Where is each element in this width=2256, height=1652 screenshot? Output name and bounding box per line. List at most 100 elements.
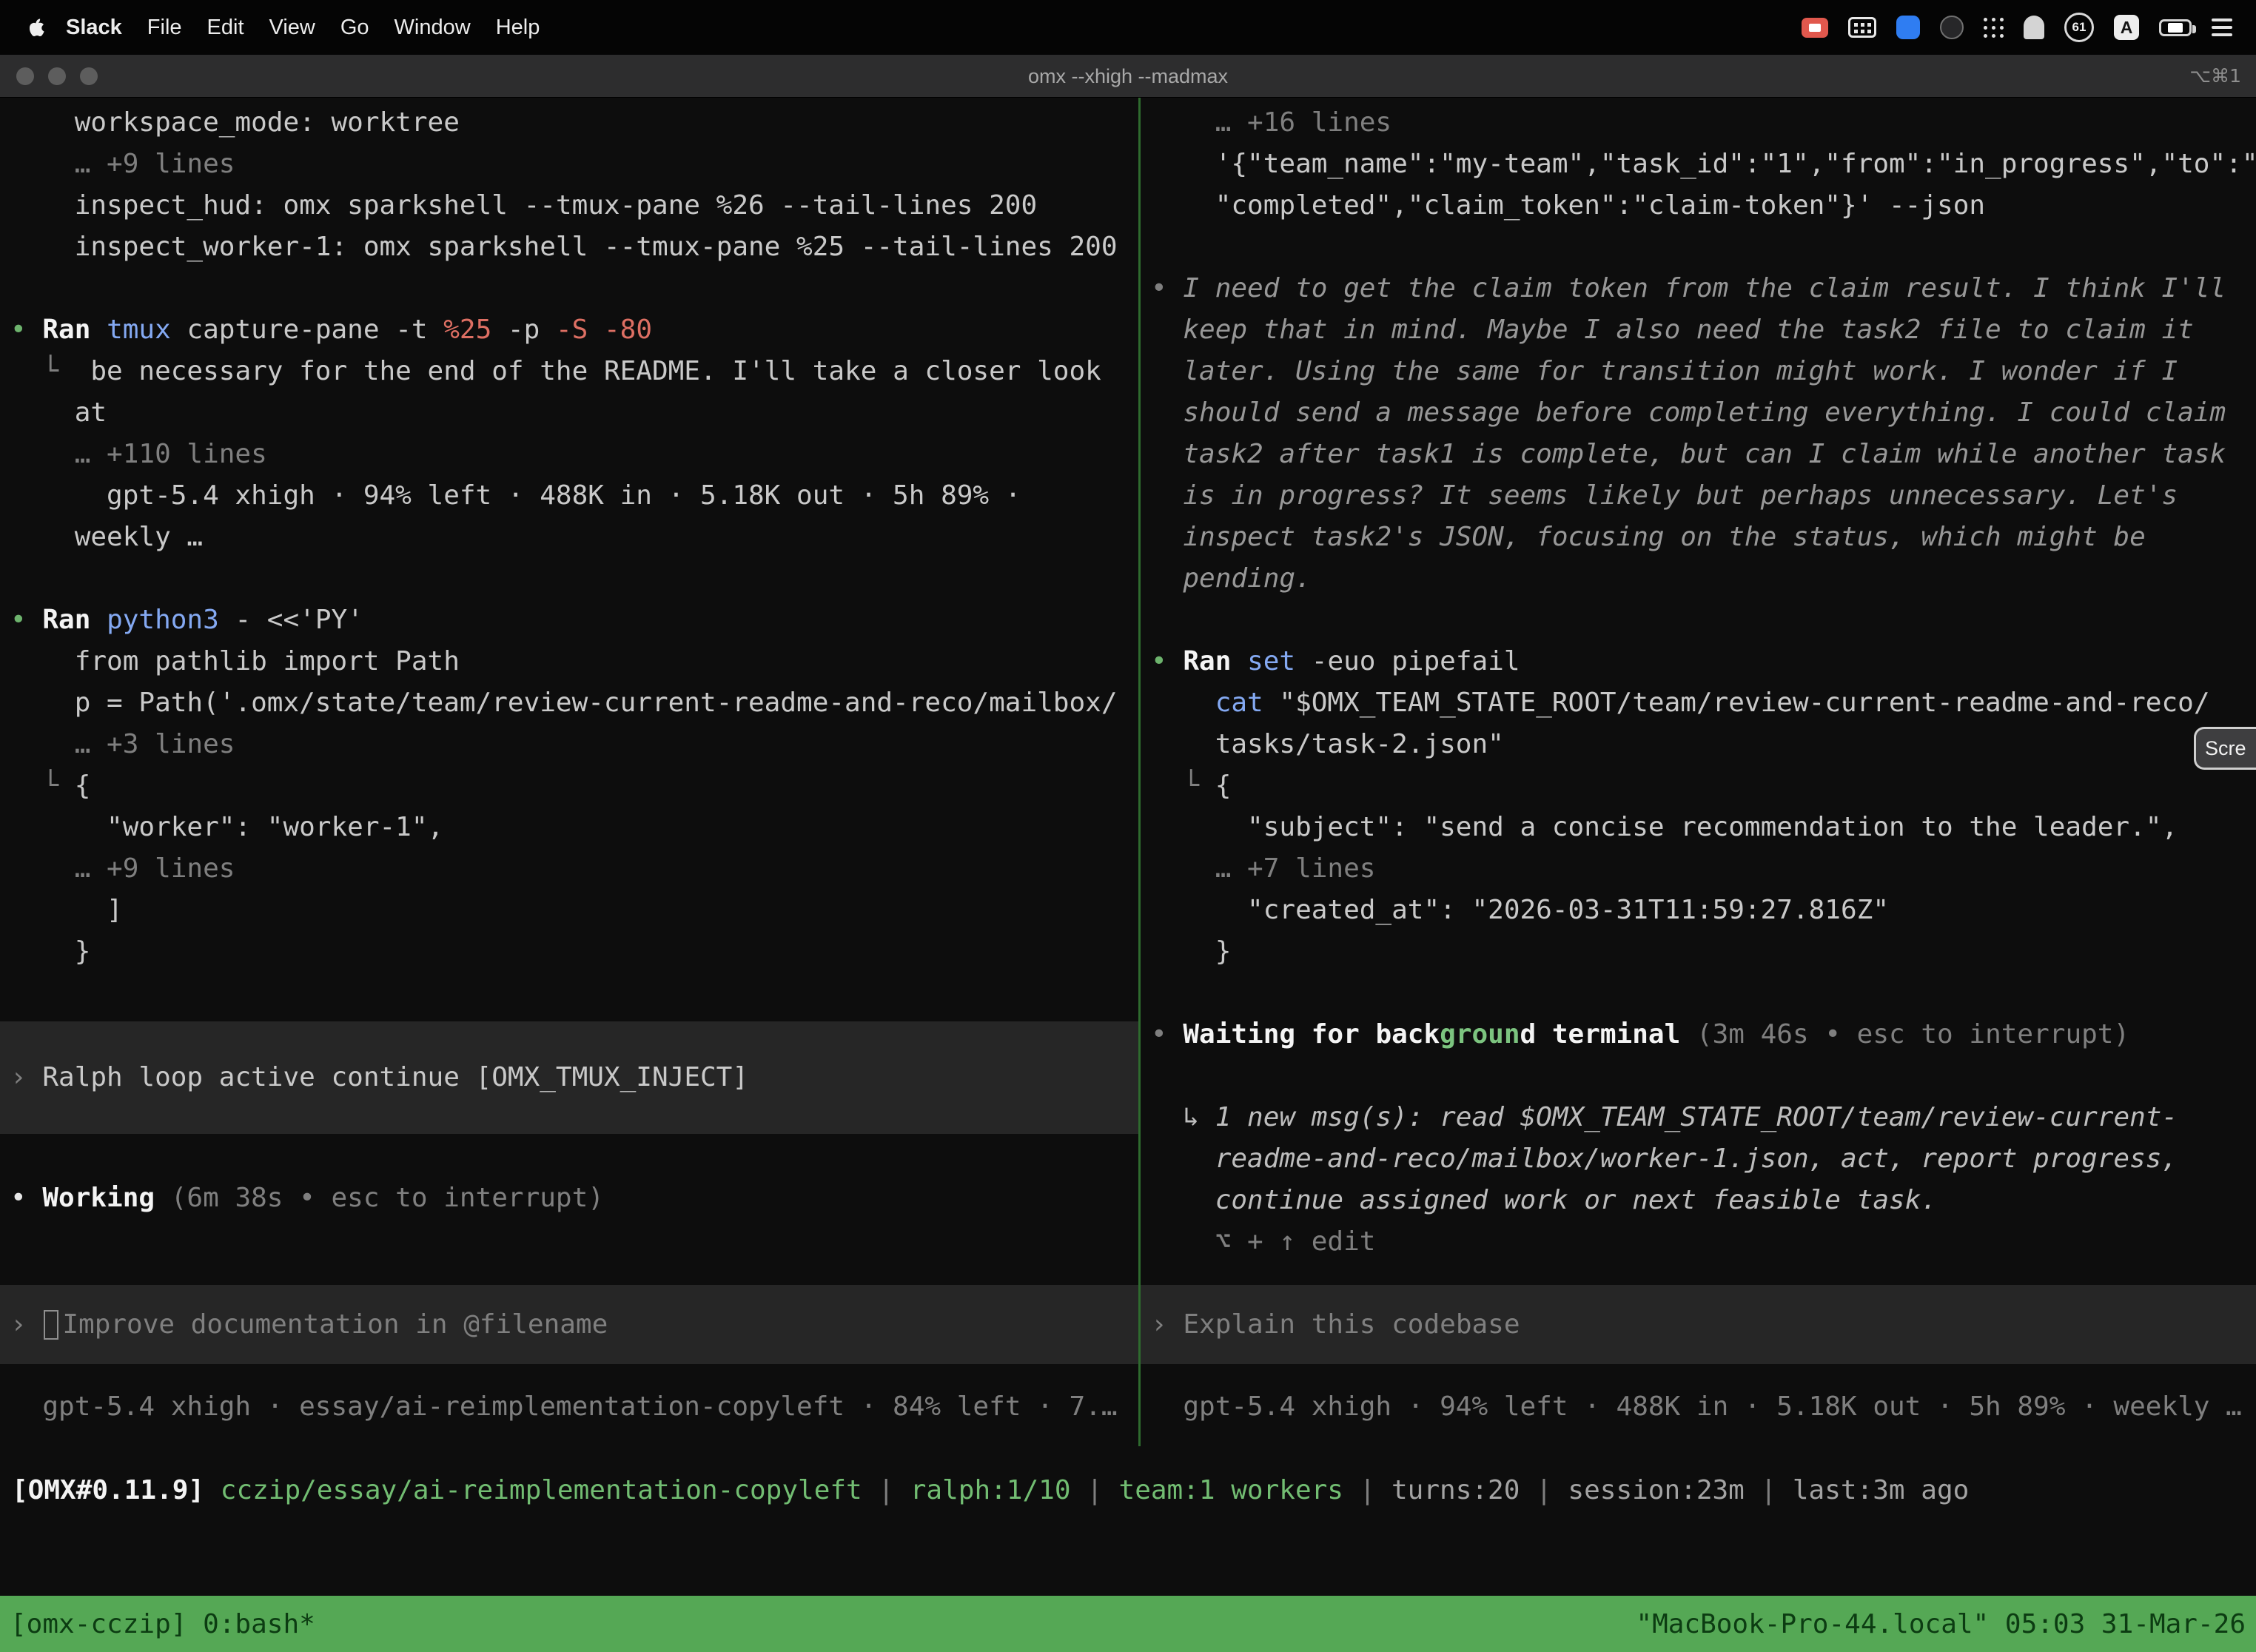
composer-input[interactable]: › Explain this codebase	[1141, 1285, 2256, 1364]
text-span: inspect_worker-1: omx sparkshell --tmux-…	[10, 232, 1118, 262]
ghost-icon[interactable]	[2024, 16, 2044, 39]
text-span: at	[10, 397, 107, 428]
spacer	[10, 1134, 1138, 1178]
text-span: └	[10, 770, 75, 801]
text-span: •	[10, 315, 42, 345]
terminal-line: }	[1151, 931, 2256, 973]
apple-menu[interactable]	[30, 17, 47, 38]
terminal-line: cat "$OMX_TEAM_STATE_ROOT/team/review-cu…	[1151, 682, 2256, 724]
terminal-line: pending.	[1151, 558, 2256, 600]
text-span: cat	[1215, 688, 1280, 718]
terminal-line: • Ran tmux capture-pane -t %25 -p -S -80	[10, 309, 1138, 351]
text-span: is in progress? It seems likely but perh…	[1151, 480, 2178, 511]
text-span: '{"team_name":"my-team","task_id":"1","f…	[1151, 149, 2256, 179]
text-span: Explain this codebase	[1183, 1304, 1520, 1346]
terminal-line: continue assigned work or next feasible …	[1151, 1180, 2256, 1221]
text-span: "worker": "worker-1",	[10, 812, 443, 842]
text-span: python3	[107, 605, 235, 635]
text-span: … +7 lines	[1151, 853, 1375, 884]
dots-grid-icon[interactable]	[1984, 18, 2004, 38]
terminal-line: p = Path('.omx/state/team/review-current…	[10, 682, 1138, 724]
terminal-line: weekly …	[10, 517, 1138, 558]
menu-view[interactable]: View	[257, 16, 328, 40]
tmux-pane-left[interactable]: workspace_mode: worktree … +9 lines insp…	[0, 98, 1138, 1446]
terminal-line	[1151, 973, 2256, 1014]
text-span: ›	[10, 1304, 42, 1346]
composer-input[interactable]: › Improve documentation in @filename	[0, 1285, 1138, 1364]
input-source-icon[interactable]: A	[2114, 15, 2139, 40]
text-span: p = Path('.omx/state/team/review-current…	[10, 688, 1118, 718]
dark-app-icon[interactable]	[1940, 16, 1964, 39]
gauge-icon[interactable]: 61	[2064, 13, 2094, 42]
text-span: should send a message before completing …	[1151, 397, 2226, 428]
text-span: |	[1071, 1475, 1119, 1505]
text-span: -euo pipefail	[1312, 646, 1520, 676]
text-span: ralph:1/10	[910, 1475, 1071, 1505]
control-center-icon[interactable]	[2212, 19, 2232, 36]
text-span: (3m 46s • esc to interrupt)	[1680, 1019, 2129, 1050]
terminal-line: └ be necessary for the end of the README…	[10, 351, 1138, 392]
terminal-line: ↳ 1 new msg(s): read $OMX_TEAM_STATE_ROO…	[1151, 1097, 2256, 1138]
terminal-line: at	[10, 392, 1138, 434]
tmux-pane-right[interactable]: … +16 lines '{"team_name":"my-team","tas…	[1141, 98, 2256, 1446]
screenshot-preview-popup[interactable]: Scre	[2194, 727, 2256, 770]
menu-help[interactable]: Help	[483, 16, 553, 40]
text-span: [OMX#0.11.9]	[12, 1475, 221, 1505]
text-span: set	[1247, 646, 1312, 676]
terminal-line: "worker": "worker-1",	[10, 807, 1138, 848]
text-span: from pathlib import Path	[10, 646, 460, 676]
screen-recording-icon[interactable]	[1802, 18, 1828, 38]
text-span: •	[1151, 1019, 1183, 1050]
text-span: d terminal	[1520, 1019, 1681, 1050]
text-span: }	[1151, 936, 1231, 967]
terminal-line: ⌥ + ↑ edit	[1151, 1221, 2256, 1263]
text-span: |	[1520, 1475, 1568, 1505]
spacer	[10, 1219, 1138, 1285]
text-span: gpt-5.4 xhigh · 94% left · 488K in · 5.1…	[10, 480, 1021, 511]
terminal-line: … +3 lines	[10, 724, 1138, 765]
terminal-line: later. Using the same for transition mig…	[1151, 351, 2256, 392]
text-span: … +9 lines	[10, 149, 235, 179]
text-span: … +110 lines	[10, 439, 267, 469]
terminal-line	[10, 558, 1138, 600]
text-span: Waiting for back	[1183, 1019, 1440, 1050]
text-span: ↳	[1151, 1102, 1215, 1132]
menu-window[interactable]: Window	[382, 16, 483, 40]
text-span: -p	[491, 315, 556, 345]
text-span: groun	[1440, 1019, 1520, 1050]
omx-hud-status-line: [OMX#0.11.9] cczip/essay/ai-reimplementa…	[12, 1470, 2256, 1511]
spacer	[10, 973, 1138, 1021]
terminal-line: … +16 lines	[1151, 102, 2256, 144]
text-span: keep that in mind. Maybe I also need the…	[1151, 315, 2194, 345]
tmux-session-window[interactable]: [omx-cczip] 0:bash*	[10, 1609, 315, 1639]
text-span: … +16 lines	[1151, 107, 1391, 138]
terminal-content: workspace_mode: worktree … +9 lines insp…	[0, 98, 2256, 1596]
terminal-line: task2 after task1 is complete, but can I…	[1151, 434, 2256, 475]
waiting-status: • Waiting for background terminal (3m 46…	[1151, 1014, 2256, 1055]
terminal-line: • Ran python3 - <<'PY'	[10, 600, 1138, 641]
terminal-line: keep that in mind. Maybe I also need the…	[1151, 309, 2256, 351]
blue-app-icon[interactable]	[1896, 16, 1920, 39]
text-span: "created_at": "2026-03-31T11:59:27.816Z"	[1151, 895, 1889, 925]
menu-file[interactable]: File	[135, 16, 195, 40]
terminal-line: └ {	[10, 765, 1138, 807]
app-menu-slack[interactable]: Slack	[53, 16, 135, 40]
keyboard-icon[interactable]	[1848, 17, 1876, 38]
text-span: "$OMX_TEAM_STATE_ROOT/team/review-curren…	[1279, 688, 2209, 718]
text-span: ]	[10, 895, 123, 925]
menu-go[interactable]: Go	[328, 16, 382, 40]
text-span: (6m 38s • esc to interrupt)	[155, 1183, 604, 1213]
terminal-line: '{"team_name":"my-team","task_id":"1","f…	[1151, 144, 2256, 185]
terminal-line: tasks/task-2.json"	[1151, 724, 2256, 765]
terminal-line	[10, 268, 1138, 309]
terminal-line: └ {	[1151, 765, 2256, 807]
text-span: inspect task2's JSON, focusing on the st…	[1151, 522, 2146, 552]
terminal-line: "completed","claim_token":"claim-token"}…	[1151, 185, 2256, 226]
text-span: last:3m ago	[1793, 1475, 1969, 1505]
terminal-line: "created_at": "2026-03-31T11:59:27.816Z"	[1151, 890, 2256, 931]
tmux-status-bar: [omx-cczip] 0:bash* "MacBook-Pro-44.loca…	[0, 1596, 2256, 1652]
text-span: - <<'PY'	[235, 605, 363, 635]
text-span: gpt-5.4 xhigh · essay/ai-reimplementatio…	[10, 1391, 1118, 1422]
menu-edit[interactable]: Edit	[195, 16, 257, 40]
battery-icon[interactable]	[2159, 19, 2192, 36]
